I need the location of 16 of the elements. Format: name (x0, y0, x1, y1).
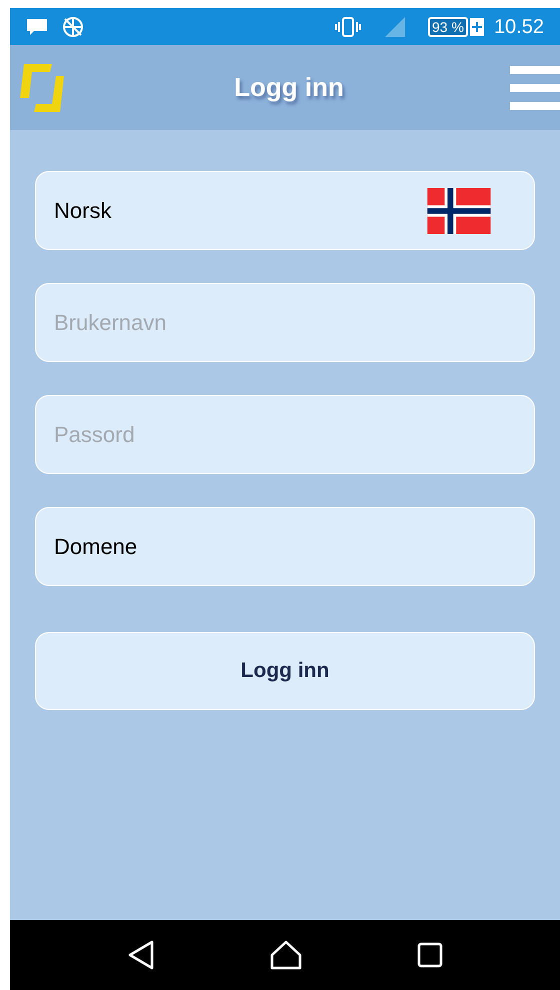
globe-off-icon (62, 16, 84, 38)
screen-title: Logg inn (233, 71, 345, 104)
charging-icon (470, 18, 484, 36)
recent-apps-icon[interactable] (416, 942, 443, 968)
login-button[interactable]: Logg inn (35, 632, 535, 710)
clock: 10.52 (494, 14, 544, 40)
signal-icon (384, 16, 406, 38)
vibrate-icon (334, 16, 362, 36)
home-icon[interactable] (270, 940, 302, 970)
battery-indicator: 93 % (428, 16, 468, 36)
input-field[interactable]: Domene (35, 507, 535, 586)
message-icon (26, 18, 48, 36)
back-icon[interactable] (127, 940, 156, 970)
input-field[interactable]: Brukernavn (35, 283, 535, 362)
language-selector[interactable]: Norsk (35, 171, 535, 250)
input-field[interactable]: Passord (35, 395, 535, 474)
